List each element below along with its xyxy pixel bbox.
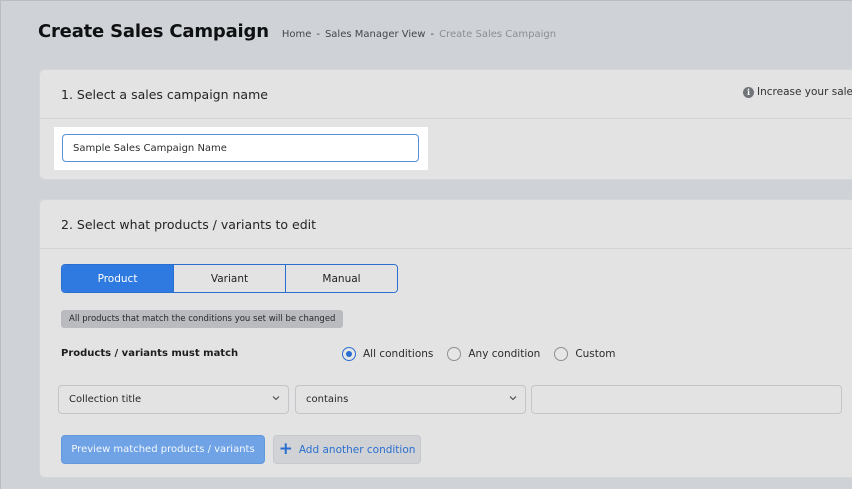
section-title-products: 2. Select what products / variants to ed… [61, 216, 317, 232]
breadcrumb: Home - Sales Manager View - Create Sales… [282, 29, 556, 40]
campaign-name-card: 1. Select a sales campaign name i Increa… [39, 69, 852, 180]
radio-button[interactable] [447, 347, 462, 361]
product-selection-card: 2. Select what products / variants to ed… [39, 199, 852, 478]
chevron-down-icon [272, 396, 280, 401]
breadcrumb-sales-manager-view[interactable]: Sales Manager View [325, 29, 426, 40]
info-icon: i [743, 86, 754, 98]
match-radio-group: All conditions Any condition Custom [342, 347, 616, 361]
radio-button[interactable] [554, 347, 569, 361]
page-title: Create Sales Campaign [38, 21, 269, 42]
tab-variant[interactable]: Variant [174, 265, 286, 292]
condition-operator-value: contains [306, 394, 349, 405]
condition-value-input[interactable] [531, 385, 842, 414]
breadcrumb-home[interactable]: Home [282, 29, 312, 40]
radio-label: Any condition [468, 348, 541, 360]
radio-all-conditions[interactable]: All conditions [342, 347, 433, 361]
breadcrumb-separator: - [316, 29, 320, 40]
section-title-campaign-name: 1. Select a sales campaign name [61, 86, 268, 102]
condition-field-value: Collection title [69, 394, 142, 405]
product-selection-card-header: 2. Select what products / variants to ed… [40, 200, 852, 249]
page-header: Create Sales Campaign Home - Sales Manag… [38, 21, 556, 51]
tab-manual[interactable]: Manual [286, 265, 397, 292]
tab-product[interactable]: Product [62, 265, 174, 292]
radio-label: Custom [575, 348, 616, 360]
selection-mode-tabs: Product Variant Manual [61, 264, 398, 293]
radio-label: All conditions [363, 348, 434, 360]
campaign-name-highlight [54, 127, 428, 170]
breadcrumb-separator: - [430, 29, 435, 40]
conditions-note: All products that match the conditions y… [61, 310, 344, 328]
radio-button[interactable] [342, 347, 356, 361]
preview-matched-button[interactable]: Preview matched products / variants [61, 435, 265, 464]
condition-operator-select[interactable]: contains [295, 385, 526, 414]
breadcrumb-current: Create Sales Campaign [439, 29, 557, 40]
add-condition-button[interactable]: + Add another condition [273, 435, 421, 464]
plus-icon: + [278, 439, 293, 459]
info-hint[interactable]: i Increase your sales [743, 86, 852, 98]
campaign-name-card-header: 1. Select a sales campaign name i Increa… [40, 70, 852, 119]
add-condition-label: Add another condition [298, 443, 416, 456]
radio-custom[interactable]: Custom [554, 347, 616, 361]
info-hint-text: Increase your sales [757, 86, 852, 98]
campaign-name-input[interactable] [62, 134, 419, 162]
match-label: Products / variants must match [61, 348, 239, 359]
radio-any-condition[interactable]: Any condition [447, 347, 540, 361]
chevron-down-icon [509, 396, 517, 401]
condition-field-select[interactable]: Collection title [58, 385, 289, 414]
